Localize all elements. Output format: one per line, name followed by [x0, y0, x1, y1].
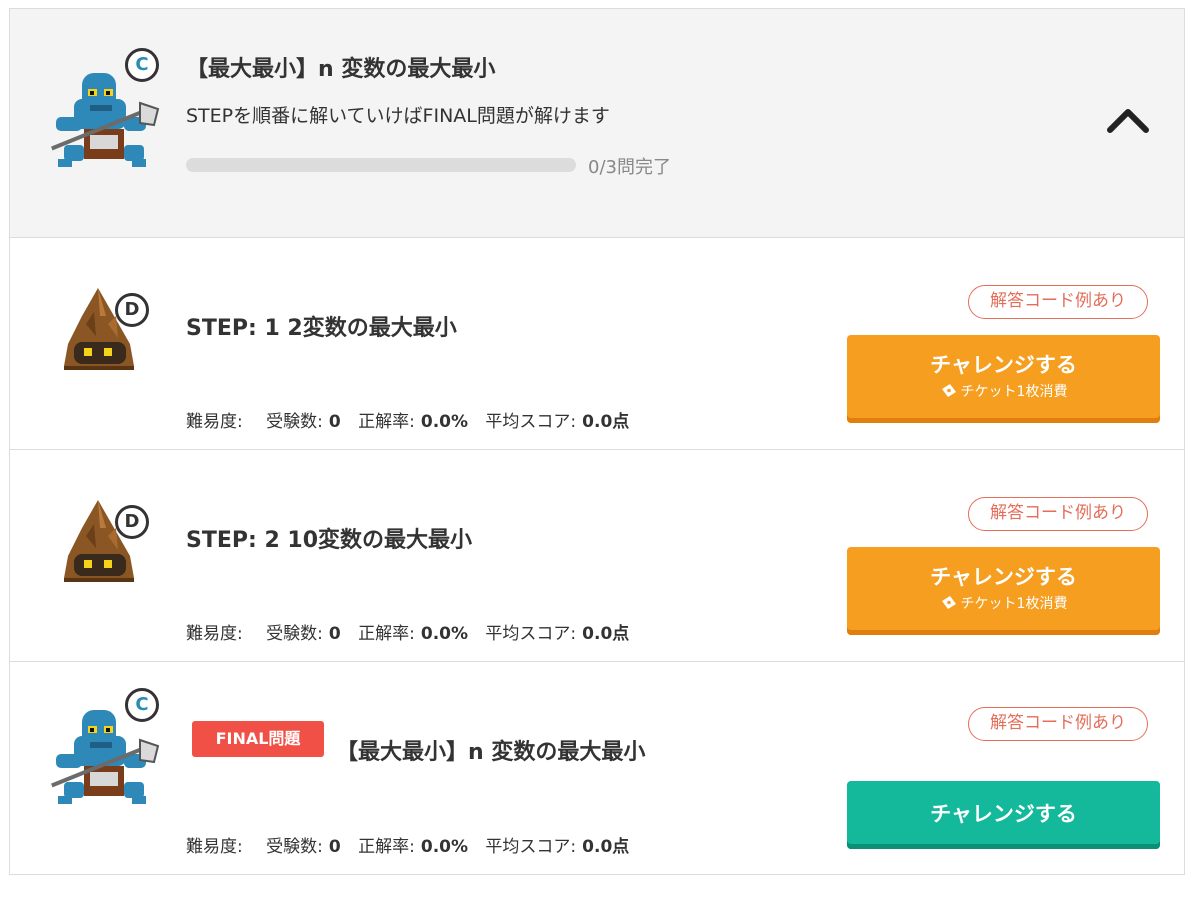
examinees-label: 受験数:	[266, 412, 323, 432]
answer-example-badge[interactable]: 解答コード例あり	[968, 707, 1148, 741]
examinees-value: 0	[328, 837, 341, 857]
step-row-2: D STEP: 2 10変数の最大最小 難易度: 受験数: 0 正解率: 0.0% …	[10, 450, 1184, 662]
ticket-cost-text: チケット1枚消費	[960, 384, 1068, 400]
challenge-button-label: チャレンジする	[930, 353, 1077, 377]
examinees-value: 0	[328, 624, 341, 644]
accuracy-label: 正解率:	[358, 837, 415, 857]
avg-score-value: 0.0点	[582, 412, 630, 432]
rank-badge: D	[115, 293, 149, 327]
challenge-button[interactable]: チャレンジする チケット1枚消費	[847, 547, 1160, 635]
accuracy-value: 0.0%	[420, 837, 469, 857]
final-row: C 【最大最小】n 変数の最大最小 難易度: 受験数: 0 正解率: 0.0% 平均…	[10, 662, 1184, 874]
step-stats: 難易度: 受験数: 0 正解率: 0.0% 平均スコア: 0.0点	[186, 407, 629, 432]
avg-score-label: 平均スコア:	[485, 412, 577, 432]
examinees-label: 受験数:	[266, 837, 323, 857]
difficulty-label: 難易度:	[186, 837, 243, 857]
rank-badge: C	[125, 688, 159, 722]
final-problem-tag: FINAL問題	[192, 721, 324, 757]
final-title[interactable]: 【最大最小】n 変数の最大最小	[336, 734, 645, 766]
ticket-icon	[941, 596, 956, 609]
problem-set-title: 【最大最小】n 変数の最大最小	[186, 57, 496, 82]
accuracy-value: 0.0%	[420, 412, 469, 432]
final-stats: 難易度: 受験数: 0 正解率: 0.0% 平均スコア: 0.0点	[186, 832, 629, 857]
examinees-label: 受験数:	[266, 624, 323, 644]
challenge-button[interactable]: チャレンジする チケット1枚消費	[847, 335, 1160, 423]
progress-bar	[186, 158, 576, 172]
challenge-button[interactable]: チャレンジする	[847, 781, 1160, 849]
difficulty-label: 難易度:	[186, 412, 243, 432]
accuracy-value: 0.0%	[420, 624, 469, 644]
step-title[interactable]: STEP: 1 2変数の最大最小	[186, 310, 457, 342]
step-row-1: D STEP: 1 2変数の最大最小 難易度: 受験数: 0 正解率: 0.0% 平…	[10, 238, 1184, 450]
step-title[interactable]: STEP: 2 10変数の最大最小	[186, 522, 472, 554]
accuracy-label: 正解率:	[358, 412, 415, 432]
ticket-icon	[941, 384, 956, 397]
step-stats: 難易度: 受験数: 0 正解率: 0.0% 平均スコア: 0.0点	[186, 619, 629, 644]
avg-score-value: 0.0点	[582, 624, 630, 644]
avg-score-value: 0.0点	[582, 837, 630, 857]
avg-score-label: 平均スコア:	[485, 624, 577, 644]
step-problem-set-card: C 【最大最小】n 変数の最大最小 STEPを順番に解いていけばFINAL問題が…	[9, 8, 1185, 875]
challenge-button-label: チャレンジする	[930, 802, 1077, 826]
chevron-up-icon[interactable]	[1104, 104, 1152, 136]
ticket-cost: チケット1枚消費	[847, 381, 1160, 401]
progress-text: 0/3問完了	[588, 157, 671, 178]
answer-example-badge[interactable]: 解答コード例あり	[968, 285, 1148, 319]
ticket-cost-text: チケット1枚消費	[960, 596, 1068, 612]
accuracy-label: 正解率:	[358, 624, 415, 644]
difficulty-label: 難易度:	[186, 624, 243, 644]
answer-example-badge[interactable]: 解答コード例あり	[968, 497, 1148, 531]
challenge-button-label: チャレンジする	[930, 565, 1077, 589]
ticket-cost: チケット1枚消費	[847, 593, 1160, 613]
problem-set-description: STEPを順番に解いていけばFINAL問題が解けます	[186, 105, 610, 127]
examinees-value: 0	[328, 412, 341, 432]
rank-badge: D	[115, 505, 149, 539]
avg-score-label: 平均スコア:	[485, 837, 577, 857]
rank-badge: C	[125, 48, 159, 82]
problem-set-header[interactable]: C 【最大最小】n 変数の最大最小 STEPを順番に解いていけばFINAL問題が…	[10, 9, 1184, 238]
